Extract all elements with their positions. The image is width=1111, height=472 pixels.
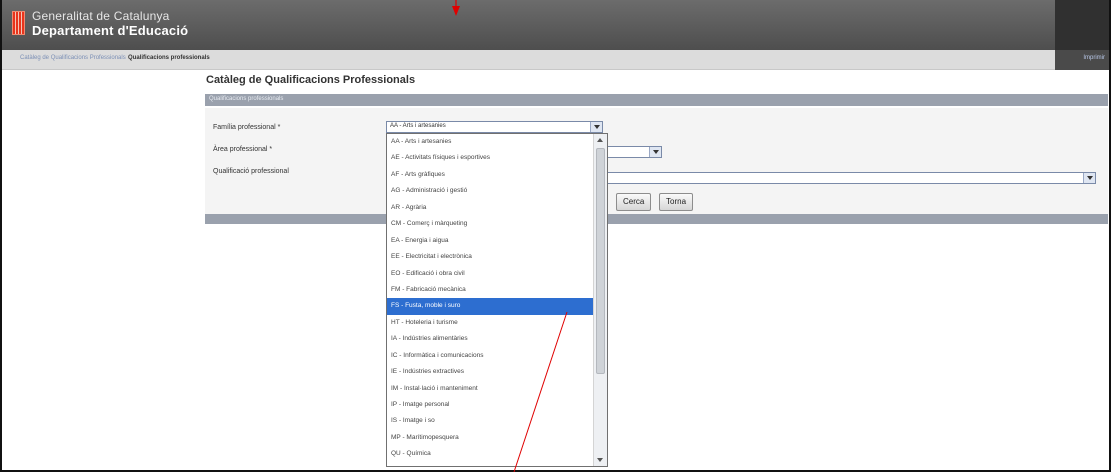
dropdown-option[interactable]: FM - Fabricació mecànica bbox=[387, 282, 593, 298]
generalitat-logo-icon bbox=[12, 11, 25, 35]
chevron-down-icon[interactable] bbox=[1083, 173, 1095, 183]
breadcrumb-right-block: Imprimir bbox=[1055, 50, 1109, 70]
search-form-panel bbox=[205, 108, 1108, 214]
chevron-down-icon[interactable] bbox=[649, 147, 661, 157]
dropdown-option[interactable]: IA - Indústries alimentàries bbox=[387, 331, 593, 347]
breadcrumb-current: Qualificacions professionals bbox=[128, 55, 210, 61]
familia-selected-value: AA - Arts i artesanies bbox=[390, 123, 446, 129]
department-name: Departament d'Educació bbox=[32, 23, 189, 38]
dropdown-option[interactable]: AR - Agrària bbox=[387, 200, 593, 216]
breadcrumb-parent-link[interactable]: Catàleg de Qualificacions Professionals bbox=[20, 55, 126, 61]
dropdown-option[interactable]: AG - Administració i gestió bbox=[387, 183, 593, 199]
dropdown-option[interactable]: FS - Fusta, moble i suro bbox=[387, 298, 593, 315]
scroll-up-icon[interactable] bbox=[594, 134, 607, 146]
scroll-down-icon[interactable] bbox=[594, 454, 607, 466]
brand-name: Generalitat de Catalunya bbox=[32, 9, 170, 23]
dropdown-option[interactable]: EA - Energia i aigua bbox=[387, 233, 593, 249]
qualificacio-label: Qualificació professional bbox=[213, 168, 289, 175]
page-title: Catàleg de Qualificacions Professionals bbox=[206, 74, 416, 86]
dropdown-option[interactable]: HT - Hoteleria i turisme bbox=[387, 315, 593, 331]
dropdown-scrollbar[interactable] bbox=[593, 134, 607, 466]
print-link[interactable]: Imprimir bbox=[1083, 55, 1105, 61]
familia-dropdown-list[interactable]: AA - Arts i artesanies AE - Activitats fí… bbox=[386, 133, 608, 467]
dropdown-option[interactable]: IE - Indústries extractives bbox=[387, 364, 593, 380]
dropdown-option[interactable]: CM - Comerç i màrqueting bbox=[387, 216, 593, 232]
dropdown-option[interactable]: IP - Imatge personal bbox=[387, 397, 593, 413]
dropdown-option[interactable]: IM - Instal·lació i manteniment bbox=[387, 381, 593, 397]
form-footer-bar bbox=[205, 214, 1108, 224]
dropdown-option[interactable]: QU - Química bbox=[387, 446, 593, 462]
dropdown-option[interactable]: MP - Marítimopesquera bbox=[387, 430, 593, 446]
dropdown-option[interactable]: AA - Arts i artesanies bbox=[387, 134, 593, 150]
dropdown-option[interactable]: EO - Edificació i obra civil bbox=[387, 266, 593, 282]
dropdown-option[interactable]: AF - Arts gràfiques bbox=[387, 167, 593, 183]
dropdown-option[interactable]: EE - Electricitat i electrònica bbox=[387, 249, 593, 265]
dropdown-option[interactable]: IS - Imatge i so bbox=[387, 413, 593, 429]
section-title: Qualificacions professionals bbox=[209, 96, 284, 102]
site-header: Generalitat de Catalunya Departament d'E… bbox=[2, 0, 1109, 50]
scroll-thumb[interactable] bbox=[596, 148, 605, 374]
area-label: Àrea professional * bbox=[213, 146, 273, 153]
dropdown-option[interactable]: AE - Activitats físiques i esportives bbox=[387, 150, 593, 166]
chevron-down-icon[interactable] bbox=[590, 122, 602, 132]
header-right-block bbox=[1055, 0, 1109, 50]
section-header: Qualificacions professionals bbox=[205, 94, 1108, 106]
qualificacio-select[interactable] bbox=[596, 172, 1096, 184]
familia-label: Família professional * bbox=[213, 124, 281, 131]
cerca-button[interactable]: Cerca bbox=[616, 193, 652, 211]
familia-select[interactable]: AA - Arts i artesanies bbox=[386, 121, 603, 133]
dropdown-option[interactable]: IC - Informàtica i comunicacions bbox=[387, 348, 593, 364]
torna-button[interactable]: Torna bbox=[659, 193, 694, 211]
breadcrumb: Catàleg de Qualificacions Professionals … bbox=[2, 50, 1109, 70]
dropdown-options: AA - Arts i artesanies AE - Activitats fí… bbox=[387, 134, 593, 463]
